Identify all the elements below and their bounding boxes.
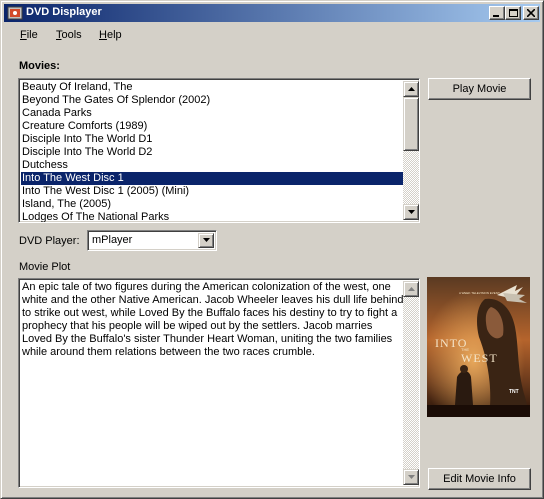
window-title: DVD Displayer — [26, 6, 102, 18]
play-movie-button[interactable]: Play Movie — [428, 78, 531, 100]
list-item[interactable]: Dutchess — [21, 159, 405, 172]
list-item[interactable]: Creature Comforts (1989) — [21, 120, 405, 133]
poster-artwork: A WEEK TELEVISION EVENT INTO THE WEST TN… — [427, 277, 530, 417]
list-item[interactable]: Lodges Of The National Parks — [21, 211, 405, 222]
list-item[interactable]: Canada Parks — [21, 107, 405, 120]
menu-bar: File Tools Help — [4, 25, 540, 45]
plot-scroll-down-button[interactable] — [403, 469, 419, 485]
menu-tools-label: ools — [61, 29, 82, 41]
edit-movie-info-button[interactable]: Edit Movie Info — [428, 468, 531, 490]
movies-list: Beauty Of Ireland, The Beyond The Gates O… — [21, 81, 405, 222]
poster-top-text: A WEEK TELEVISION EVENT — [459, 291, 500, 295]
minimize-button[interactable] — [489, 6, 505, 20]
arrow-up-icon — [408, 87, 415, 91]
chevron-down-icon — [203, 238, 210, 242]
dvd-player-label: DVD Player: — [19, 235, 80, 247]
poster-network: TNT — [509, 389, 519, 395]
dvd-player-select[interactable]: mPlayer — [87, 230, 217, 251]
maximize-icon — [509, 9, 518, 17]
movie-plot-textarea[interactable]: An epic tale of two figures during the A… — [18, 278, 420, 488]
menu-help[interactable]: Help — [99, 29, 122, 41]
list-item[interactable]: Into The West Disc 1 — [21, 172, 405, 185]
maximize-button[interactable] — [505, 6, 521, 20]
menu-file-mnemonic: F — [20, 29, 27, 41]
list-item[interactable]: Disciple Into The World D2 — [21, 146, 405, 159]
dvd-player-value: mPlayer — [92, 234, 133, 246]
list-item[interactable]: Into The West Disc 1 (2005) (Mini) — [21, 185, 405, 198]
close-icon — [527, 9, 535, 17]
menu-tools[interactable]: Tools — [56, 29, 82, 41]
movie-plot-label: Movie Plot — [19, 261, 71, 273]
movies-label: Movies: — [19, 60, 60, 72]
arrow-up-icon — [408, 287, 415, 291]
title-bar[interactable]: DVD Displayer — [4, 4, 540, 22]
movies-listbox[interactable]: Beauty Of Ireland, The Beyond The Gates O… — [18, 78, 420, 223]
arrow-down-icon — [408, 475, 415, 479]
poster-title-line2: WEST — [461, 351, 498, 365]
plot-scrollbar[interactable] — [403, 281, 419, 485]
movies-scrollbar[interactable] — [403, 81, 419, 220]
list-item[interactable]: Beyond The Gates Of Splendor (2002) — [21, 94, 405, 107]
scroll-down-button[interactable] — [403, 204, 419, 220]
movie-plot-text: An epic tale of two figures during the A… — [22, 281, 404, 358]
scroll-thumb[interactable] — [403, 97, 419, 151]
movie-poster-image: A WEEK TELEVISION EVENT INTO THE WEST TN… — [427, 277, 530, 417]
dropdown-button[interactable] — [198, 233, 214, 248]
close-button[interactable] — [523, 6, 539, 20]
list-item[interactable]: Disciple Into The World D1 — [21, 133, 405, 146]
arrow-down-icon — [408, 210, 415, 214]
menu-file-label: ile — [26, 29, 38, 41]
dvd-app-icon — [7, 6, 23, 20]
scroll-up-button[interactable] — [403, 81, 419, 97]
main-window: DVD Displayer File Tools Help Movies: Be… — [0, 0, 544, 499]
plot-scroll-up-button[interactable] — [403, 281, 419, 297]
menu-help-label: elp — [106, 29, 122, 41]
menu-help-mnemonic: H — [99, 29, 107, 41]
list-item[interactable]: Island, The (2005) — [21, 198, 405, 211]
minimize-icon — [493, 15, 499, 17]
menu-file[interactable]: File — [20, 29, 38, 41]
list-item[interactable]: Beauty Of Ireland, The — [21, 81, 405, 94]
